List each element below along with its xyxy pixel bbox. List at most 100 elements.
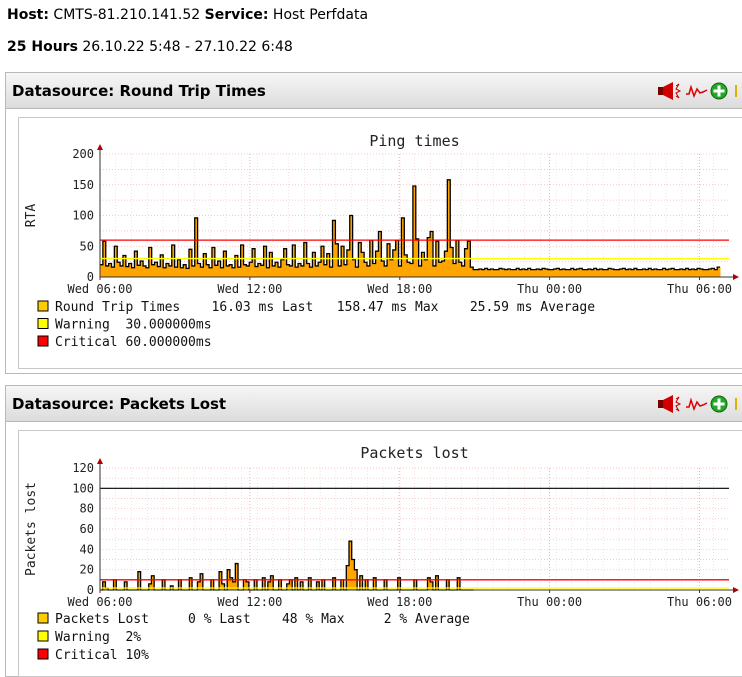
x-axis-arrow	[733, 587, 739, 593]
data-bar	[289, 265, 293, 277]
series-outline	[100, 540, 474, 591]
data-bar	[714, 269, 718, 277]
data-bar	[567, 269, 572, 277]
data-bar	[432, 265, 437, 277]
data-bar	[496, 269, 500, 277]
chart-title: Packets lost	[360, 444, 468, 462]
x-axis-arrow	[733, 274, 739, 280]
data-bar	[180, 267, 184, 277]
data-bar	[631, 269, 635, 277]
data-bar	[596, 269, 600, 277]
data-bar	[582, 269, 586, 277]
y-axis-ticks: 050100150200	[72, 147, 94, 284]
add-icon[interactable]	[710, 82, 728, 100]
grid	[99, 467, 729, 591]
data-bar	[407, 262, 411, 277]
data-bar	[105, 265, 110, 277]
time-range-line: 25 Hours 26.10.22 5:48 - 27.10.22 6:48	[7, 39, 293, 55]
data-bar	[174, 267, 178, 277]
more-icon[interactable]	[735, 85, 737, 97]
y-tick-label: 150	[72, 178, 94, 192]
sparkline-icon[interactable]	[686, 84, 708, 99]
data-bar	[323, 264, 328, 277]
service-label: Service:	[204, 7, 269, 23]
legend: Round Trip Times 16.03 ms Last 158.47 ms…	[37, 300, 595, 350]
data-bar	[120, 265, 124, 277]
sparkline-icon[interactable]	[686, 397, 708, 412]
data-bar	[565, 269, 569, 277]
y-axis-ticks: 020406080100120	[72, 461, 94, 597]
add-icon[interactable]	[710, 395, 728, 413]
y-tick-label: 100	[72, 481, 94, 495]
series-0	[100, 179, 721, 277]
data-bar	[125, 266, 130, 277]
legend-entry: Packets Lost 0 % Last 48 % Max 2 % Avera…	[55, 612, 470, 627]
data-bar	[329, 267, 333, 277]
x-tick-label: Wed 12:00	[217, 595, 282, 609]
datasource-title: Datasource: Packets Lost	[12, 395, 227, 413]
data-bar	[547, 269, 552, 277]
data-bar	[513, 269, 517, 277]
data-bar	[625, 269, 629, 277]
legend-swatch	[37, 648, 49, 660]
data-bar	[702, 269, 707, 277]
y-axis-arrow	[97, 144, 103, 150]
y-axis-arrow	[97, 458, 103, 464]
data-bar	[651, 269, 655, 277]
legend-entry: Round Trip Times 16.03 ms Last 158.47 ms…	[55, 300, 595, 315]
y-tick-label: 50	[80, 239, 94, 253]
data-bar	[366, 265, 371, 277]
x-tick-label: Thu 00:00	[517, 282, 582, 296]
x-tick-label: Wed 18:00	[367, 595, 432, 609]
more-icon[interactable]	[735, 398, 737, 410]
legend-swatch	[37, 300, 49, 312]
legend-swatch	[37, 612, 49, 624]
data-bar	[355, 267, 359, 277]
host-label: Host:	[7, 7, 49, 23]
y-tick-label: 120	[72, 461, 94, 475]
data-bar	[533, 269, 537, 277]
y-tick-label: 60	[80, 522, 94, 536]
chart-packets-lost: Packets lostPackets lost020406080100120W…	[24, 444, 739, 663]
speaker-icon[interactable]	[658, 395, 682, 413]
data-bar	[200, 267, 204, 277]
data-bar	[157, 266, 161, 277]
data-bar	[524, 269, 529, 277]
datasource-panel-rta: Datasource: Round Trip Times Ping times …	[5, 72, 742, 374]
legend-swatch	[37, 335, 49, 347]
y-tick-label: 40	[80, 542, 94, 556]
datasource-actions	[656, 394, 742, 414]
data-bar	[398, 265, 402, 277]
data-bar	[559, 269, 563, 277]
data-bar	[300, 265, 305, 277]
data-bar	[151, 264, 155, 277]
data-bar	[237, 267, 242, 277]
x-tick-label: Wed 18:00	[367, 282, 432, 296]
data-bar	[659, 269, 664, 277]
data-bar	[481, 269, 486, 277]
x-tick-label: Thu 06:00	[667, 282, 732, 296]
datasource-actions	[656, 81, 742, 101]
data-bar	[473, 269, 477, 277]
data-bar	[504, 269, 509, 277]
data-bar	[344, 264, 348, 277]
legend-entry: Warning 30.000000ms	[55, 318, 212, 333]
legend-entry: Critical 10%	[55, 648, 149, 663]
data-bar	[186, 268, 190, 277]
y-axis-label: Packets lost	[24, 482, 39, 576]
x-axis-ticks: Wed 06:00 Wed 12:00 Wed 18:00 Thu 00:00 Thu …	[67, 590, 732, 609]
datasource-panel-packets: Datasource: Packets Lost Packets lost Pa…	[5, 385, 742, 677]
graph-packets: Packets lost Packets lost 0 20 40 60 80 100 120 W…	[18, 430, 742, 677]
data-bar	[410, 263, 414, 277]
data-bar	[272, 265, 276, 277]
data-bar	[338, 265, 342, 277]
speaker-icon[interactable]	[658, 82, 682, 100]
data-bar	[705, 269, 709, 277]
data-bar	[487, 269, 491, 277]
data-bar	[438, 262, 443, 277]
time-range-label: 25 Hours	[7, 39, 78, 55]
data-bar	[682, 269, 687, 277]
y-axis-label: RTA	[24, 204, 39, 228]
data-bar	[232, 581, 236, 590]
data-bar	[510, 269, 514, 277]
